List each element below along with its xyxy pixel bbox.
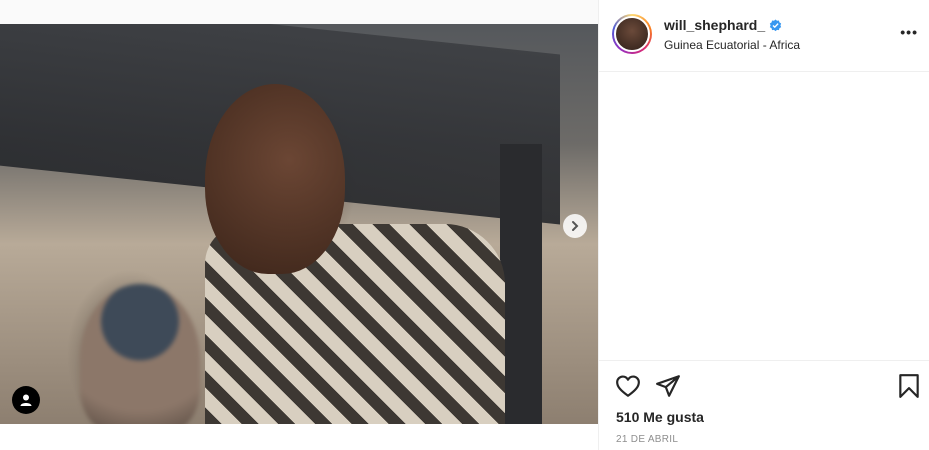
post-header: will_shephard_ Guinea Ecuatorial - Afric…: [599, 0, 929, 72]
actions-section: 510 Me gusta 21 DE ABRIL: [599, 360, 929, 450]
photo-subject-head: [205, 84, 345, 274]
avatar[interactable]: [612, 14, 652, 54]
post-photo[interactable]: [0, 24, 598, 424]
post-date[interactable]: 21 DE ABRIL: [616, 434, 678, 445]
verified-badge-icon: [769, 18, 782, 31]
username-row: will_shephard_: [664, 17, 782, 33]
chevron-right-icon: [572, 221, 579, 231]
heart-icon[interactable]: [615, 373, 641, 399]
post-sidebar: will_shephard_ Guinea Ecuatorial - Afric…: [598, 0, 929, 450]
photo-pole: [500, 144, 542, 424]
bookmark-icon[interactable]: [896, 373, 922, 399]
next-photo-button[interactable]: [563, 214, 587, 238]
user-tag-button[interactable]: [12, 386, 40, 414]
username-link[interactable]: will_shephard_: [664, 17, 765, 33]
user-tag-icon: [20, 394, 32, 406]
photo-subject: [205, 84, 505, 424]
post-container: will_shephard_ Guinea Ecuatorial - Afric…: [0, 0, 929, 450]
location-link[interactable]: Guinea Ecuatorial - Africa: [664, 38, 800, 52]
paper-plane-icon[interactable]: [655, 373, 681, 399]
photo-background-man: [80, 284, 200, 424]
likes-count[interactable]: 510 Me gusta: [616, 409, 704, 425]
more-options-button[interactable]: •••: [900, 24, 918, 40]
